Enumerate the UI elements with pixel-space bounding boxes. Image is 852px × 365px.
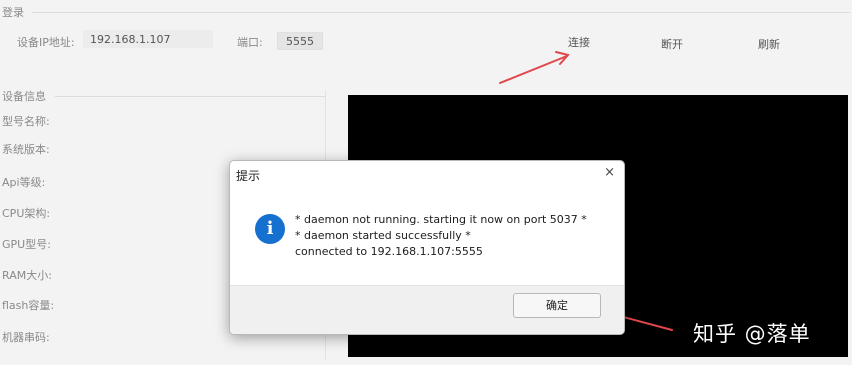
arrow-to-connect (499, 55, 568, 84)
info-icon: i (255, 214, 285, 244)
message-line-1: * daemon not running. starting it now on… (295, 213, 587, 226)
ok-button[interactable]: 确定 (513, 293, 601, 318)
dialog-title: 提示 (236, 169, 261, 183)
close-icon[interactable]: × (604, 165, 615, 180)
message-dialog: 提示 × i * daemon not running. starting it… (229, 160, 625, 335)
message-line-3: connected to 192.168.1.107:5555 (295, 245, 483, 258)
message-line-2: * daemon started successfully * (295, 229, 471, 242)
watermark: 知乎 @落单 (693, 322, 811, 346)
